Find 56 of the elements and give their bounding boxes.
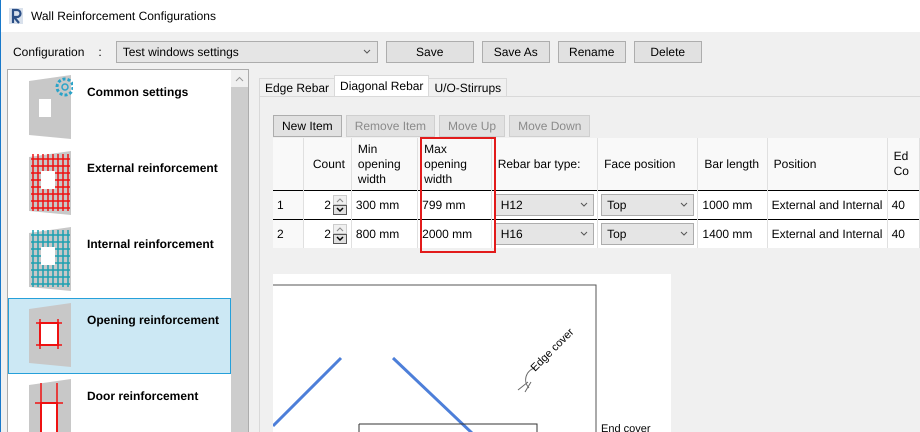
table-cell: External and Internal	[767, 190, 888, 220]
column-header: Ed Co	[887, 138, 920, 190]
tab[interactable]: Edge Rebar	[259, 78, 336, 96]
face-position-dropdown[interactable]: Top	[601, 223, 694, 245]
bar-type-dropdown[interactable]: H12	[494, 194, 594, 216]
row-header-corner	[273, 138, 303, 190]
scrollbar[interactable]	[231, 70, 248, 432]
dropdown-caret-icon	[580, 202, 588, 208]
sidebar-item[interactable]: Opening reinforcement	[8, 298, 231, 374]
row-number: 1	[273, 190, 303, 220]
table-cell: External and Internal	[767, 220, 888, 248]
wall-icon	[27, 151, 73, 217]
count-spinner[interactable]: 2	[303, 190, 352, 220]
configuration-button[interactable]: Save As	[482, 41, 550, 63]
configuration-dropdown[interactable]: Test windows settings	[116, 41, 378, 63]
spinner-arrows-icon[interactable]	[332, 195, 347, 215]
configuration-button[interactable]: Delete	[634, 41, 702, 63]
table-cell: 40	[887, 190, 920, 220]
column-header: Rebar bar type:	[491, 138, 598, 190]
dropdown-caret-icon	[680, 231, 688, 237]
bar-type-dropdown[interactable]: H16	[494, 223, 594, 245]
spinner-arrows-icon[interactable]	[332, 224, 347, 244]
dropdown-caret-icon	[580, 231, 588, 237]
column-header: Max opening width	[418, 138, 492, 190]
column-header: Position	[767, 138, 888, 190]
count-spinner[interactable]: 2	[303, 220, 352, 248]
table-cell: 40	[887, 220, 920, 248]
column-header: Min opening width	[351, 138, 418, 190]
column-header: Bar length	[698, 138, 768, 190]
face-position-dropdown[interactable]: Top	[601, 194, 694, 216]
wall-icon	[27, 379, 73, 432]
row-number: 2	[273, 220, 303, 248]
item-button[interactable]: New Item	[273, 115, 342, 137]
wall-icon	[27, 227, 73, 293]
table-cell: 800 mm	[351, 220, 418, 248]
separator-colon: :	[98, 45, 102, 59]
column-header: Count	[303, 138, 352, 190]
tab[interactable]: Diagonal Rebar	[334, 75, 430, 96]
table-cell: 1400 mm	[698, 220, 768, 248]
wall-icon	[27, 75, 73, 141]
configuration-label: Configuration	[13, 45, 84, 59]
configuration-button[interactable]: Rename	[558, 41, 626, 63]
window-title: Wall Reinforcement Configurations	[31, 9, 216, 23]
end-cover-label: End cover	[601, 423, 651, 432]
wall-icon	[27, 303, 73, 369]
dropdown-caret-icon	[362, 49, 371, 55]
table-cell: 1000 mm	[698, 190, 768, 220]
table-cell: 799 mm	[418, 190, 492, 220]
table-cell: 300 mm	[351, 190, 418, 220]
tab[interactable]: U/O-Stirrups	[428, 78, 508, 96]
configuration-button[interactable]: Save	[386, 41, 474, 63]
rebar-line	[273, 356, 342, 428]
table-cell: 2000 mm	[418, 220, 492, 248]
app-logo-icon	[9, 8, 23, 24]
column-header: Face position	[598, 138, 698, 190]
dropdown-caret-icon	[680, 202, 688, 208]
